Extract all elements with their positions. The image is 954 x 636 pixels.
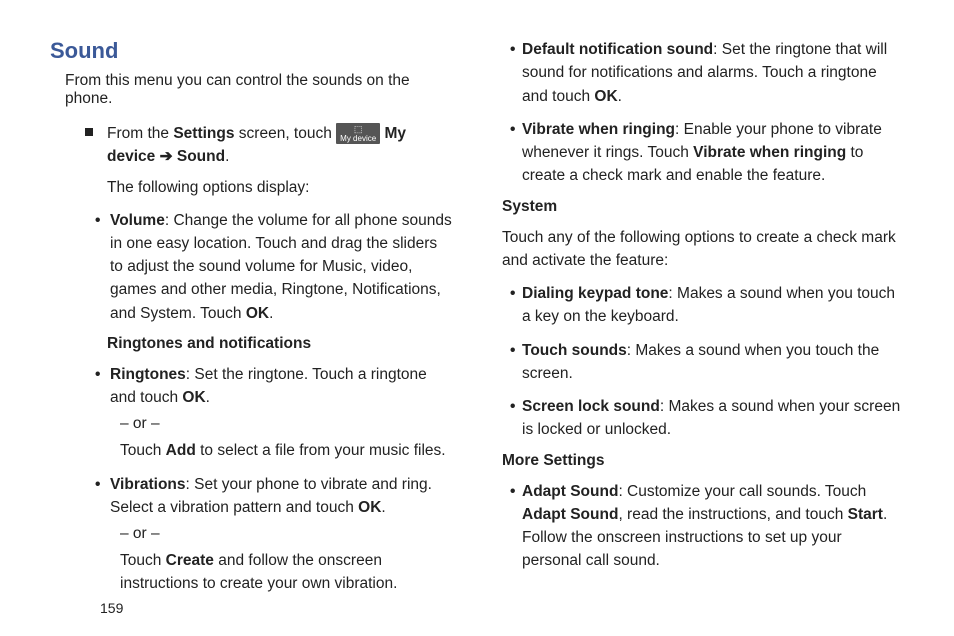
instruction-step: From the Settings screen, touch ⬚My devi… [85,122,452,169]
text: From the [107,125,173,142]
touch-sounds-item: Touch sounds: Makes a sound when you tou… [512,339,904,386]
add-label: Add [166,442,196,459]
default-notification-item: Default notification sound: Set the ring… [512,38,904,108]
or-divider: – or – [120,525,452,543]
create-label: Create [166,552,214,569]
default-notification-label: Default notification sound [522,41,713,58]
section-heading: Sound [50,38,452,64]
text: . [269,305,273,322]
text: . [381,499,385,516]
vibrations-item: Vibrations: Set your phone to vibrate an… [107,473,452,520]
vibrations-alt: Touch Create and follow the onscreen ins… [120,549,452,596]
page-number: 159 [100,600,123,616]
settings-label: Settings [173,125,234,142]
sound-label: Sound [177,148,225,165]
volume-item: Volume: Change the volume for all phone … [107,209,452,325]
options-intro: The following options display: [107,179,452,197]
vibrate-ringing-label: Vibrate when ringing [522,121,675,138]
text: to select a file from your music files. [196,442,446,459]
vibrations-label: Vibrations [110,476,186,493]
screen-lock-item: Screen lock sound: Makes a sound when yo… [512,395,904,442]
dialing-keypad-item: Dialing keypad tone: Makes a sound when … [512,282,904,329]
text: Touch [120,442,166,459]
text: . [225,148,229,165]
or-divider: – or – [120,415,452,433]
dialing-label: Dialing keypad tone [522,285,668,302]
ringtones-heading: Ringtones and notifications [107,335,452,353]
page-columns: Sound From this menu you can control the… [50,38,904,606]
vibrate-when-ringing-item: Vibrate when ringing: Enable your phone … [512,118,904,188]
more-settings-heading: More Settings [502,452,904,470]
ok-label: OK [182,389,205,406]
screen-lock-label: Screen lock sound [522,398,660,415]
intro-text: From this menu you can control the sound… [65,72,452,108]
adapt-sound-bold: Adapt Sound [522,506,618,523]
touch-sounds-label: Touch sounds [522,342,627,359]
ok-label: OK [358,499,381,516]
ringtones-alt: Touch Add to select a file from your mus… [120,439,452,462]
system-heading: System [502,198,904,216]
text: . [618,88,622,105]
ok-label: OK [594,88,617,105]
left-column: Sound From this menu you can control the… [50,38,452,606]
adapt-sound-label: Adapt Sound [522,483,618,500]
ringtones-label: Ringtones [110,366,186,383]
arrow-icon: ➔ [160,148,173,165]
icon-caption: My device [340,134,376,143]
text: Touch [120,552,166,569]
volume-label: Volume [110,212,165,229]
adapt-sound-item: Adapt Sound: Customize your call sounds.… [512,480,904,573]
my-device-icon: ⬚My device [336,123,380,144]
step-text: From the Settings screen, touch ⬚My devi… [107,122,452,169]
text: : Customize your call sounds. Touch [618,483,866,500]
text: , read the instructions, and touch [618,506,847,523]
system-intro: Touch any of the following options to cr… [502,226,904,273]
ok-label: OK [246,305,269,322]
ringtones-item: Ringtones: Set the ringtone. Touch a rin… [107,363,452,410]
text: screen, touch [234,125,336,142]
vibrate-ringing-bold: Vibrate when ringing [693,144,846,161]
start-label: Start [848,506,883,523]
square-bullet-icon [85,128,93,136]
right-column: Default notification sound: Set the ring… [502,38,904,606]
text: . [206,389,210,406]
